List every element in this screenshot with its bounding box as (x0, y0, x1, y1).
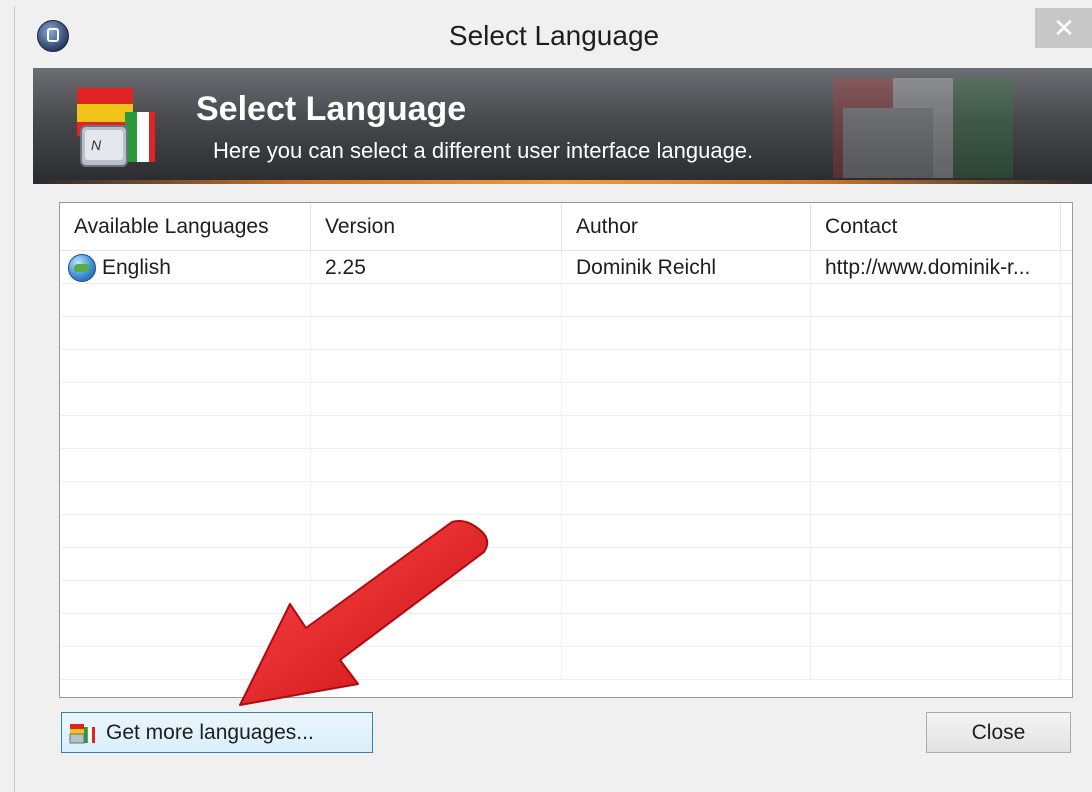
empty-cell (311, 515, 562, 548)
language-flags-keyboard-icon: N (77, 88, 155, 167)
author-cell: Dominik Reichl (562, 251, 811, 284)
table-row-empty (60, 449, 1072, 482)
empty-cell (811, 482, 1061, 515)
empty-cell (60, 647, 311, 680)
empty-cell (562, 284, 811, 317)
empty-cell (311, 416, 562, 449)
get-more-languages-button[interactable]: Get more languages... (61, 712, 373, 753)
table-row-empty (60, 581, 1072, 614)
empty-cell (60, 449, 311, 482)
banner-title: Select Language (196, 90, 467, 128)
empty-cell (311, 383, 562, 416)
empty-cell (60, 416, 311, 449)
empty-cell (811, 317, 1061, 350)
empty-cell (60, 383, 311, 416)
table-row-empty (60, 482, 1072, 515)
header-banner: N Select Language Here you can select a … (33, 68, 1092, 184)
column-header-author[interactable]: Author (562, 203, 811, 251)
empty-cell (811, 647, 1061, 680)
empty-cell (60, 482, 311, 515)
list-rows: English 2.25 Dominik Reichl http://www.d… (60, 251, 1072, 680)
empty-cell (60, 614, 311, 647)
empty-cell (811, 284, 1061, 317)
table-row-empty (60, 548, 1072, 581)
empty-cell (811, 581, 1061, 614)
empty-cell (311, 317, 562, 350)
empty-cell (311, 449, 562, 482)
table-row-english[interactable]: English 2.25 Dominik Reichl http://www.d… (60, 251, 1072, 284)
empty-cell (811, 449, 1061, 482)
contact-cell: http://www.dominik-r... (811, 251, 1061, 284)
empty-cell (311, 482, 562, 515)
empty-cell (562, 350, 811, 383)
banner-subtitle: Here you can select a different user int… (213, 138, 754, 163)
svg-text:N: N (91, 137, 102, 153)
table-row-empty (60, 383, 1072, 416)
empty-cell (60, 548, 311, 581)
table-row-empty (60, 416, 1072, 449)
close-button[interactable]: Close (926, 712, 1071, 753)
empty-cell (311, 548, 562, 581)
empty-cell (562, 449, 811, 482)
empty-cell (811, 515, 1061, 548)
empty-cell (60, 515, 311, 548)
languages-list[interactable]: Available Languages Version Author Conta… (59, 202, 1073, 698)
empty-cell (562, 548, 811, 581)
empty-cell (562, 581, 811, 614)
column-header-version[interactable]: Version (311, 203, 562, 251)
window-close-button[interactable]: ✕ (1035, 8, 1092, 48)
window-title: Select Language (448, 20, 660, 51)
empty-cell (811, 548, 1061, 581)
empty-cell (562, 647, 811, 680)
language-cell: English (60, 251, 311, 284)
empty-cell (60, 317, 311, 350)
table-row-empty (60, 647, 1072, 680)
empty-cell (311, 350, 562, 383)
empty-cell (562, 614, 811, 647)
empty-cell (811, 383, 1061, 416)
table-row-empty (60, 614, 1072, 647)
title-bar: Select Language ✕ (15, 6, 1092, 68)
version-cell: 2.25 (311, 251, 562, 284)
empty-cell (562, 317, 811, 350)
empty-cell (811, 350, 1061, 383)
select-language-dialog: Select Language ✕ N Select Language Here… (14, 6, 1092, 792)
empty-cell (811, 614, 1061, 647)
column-header-contact[interactable]: Contact (811, 203, 1061, 251)
empty-cell (60, 581, 311, 614)
table-row-empty (60, 515, 1072, 548)
globe-icon (68, 253, 96, 282)
banner-accent-line (33, 180, 1092, 184)
empty-cell (562, 416, 811, 449)
empty-cell (562, 482, 811, 515)
empty-cell (562, 515, 811, 548)
empty-cell (311, 284, 562, 317)
empty-cell (811, 416, 1061, 449)
table-row-empty (60, 284, 1072, 317)
get-more-languages-label: Get more languages... (106, 720, 314, 744)
empty-cell (311, 647, 562, 680)
empty-cell (60, 284, 311, 317)
flags-icon (69, 723, 95, 743)
empty-cell (311, 614, 562, 647)
table-row-empty (60, 317, 1072, 350)
column-header-available-languages[interactable]: Available Languages (60, 203, 311, 251)
empty-cell (60, 350, 311, 383)
banner-background-art (833, 78, 1013, 178)
list-header: Available Languages Version Author Conta… (60, 203, 1072, 251)
language-name: English (102, 256, 171, 279)
empty-cell (562, 383, 811, 416)
table-row-empty (60, 350, 1072, 383)
empty-cell (311, 581, 562, 614)
